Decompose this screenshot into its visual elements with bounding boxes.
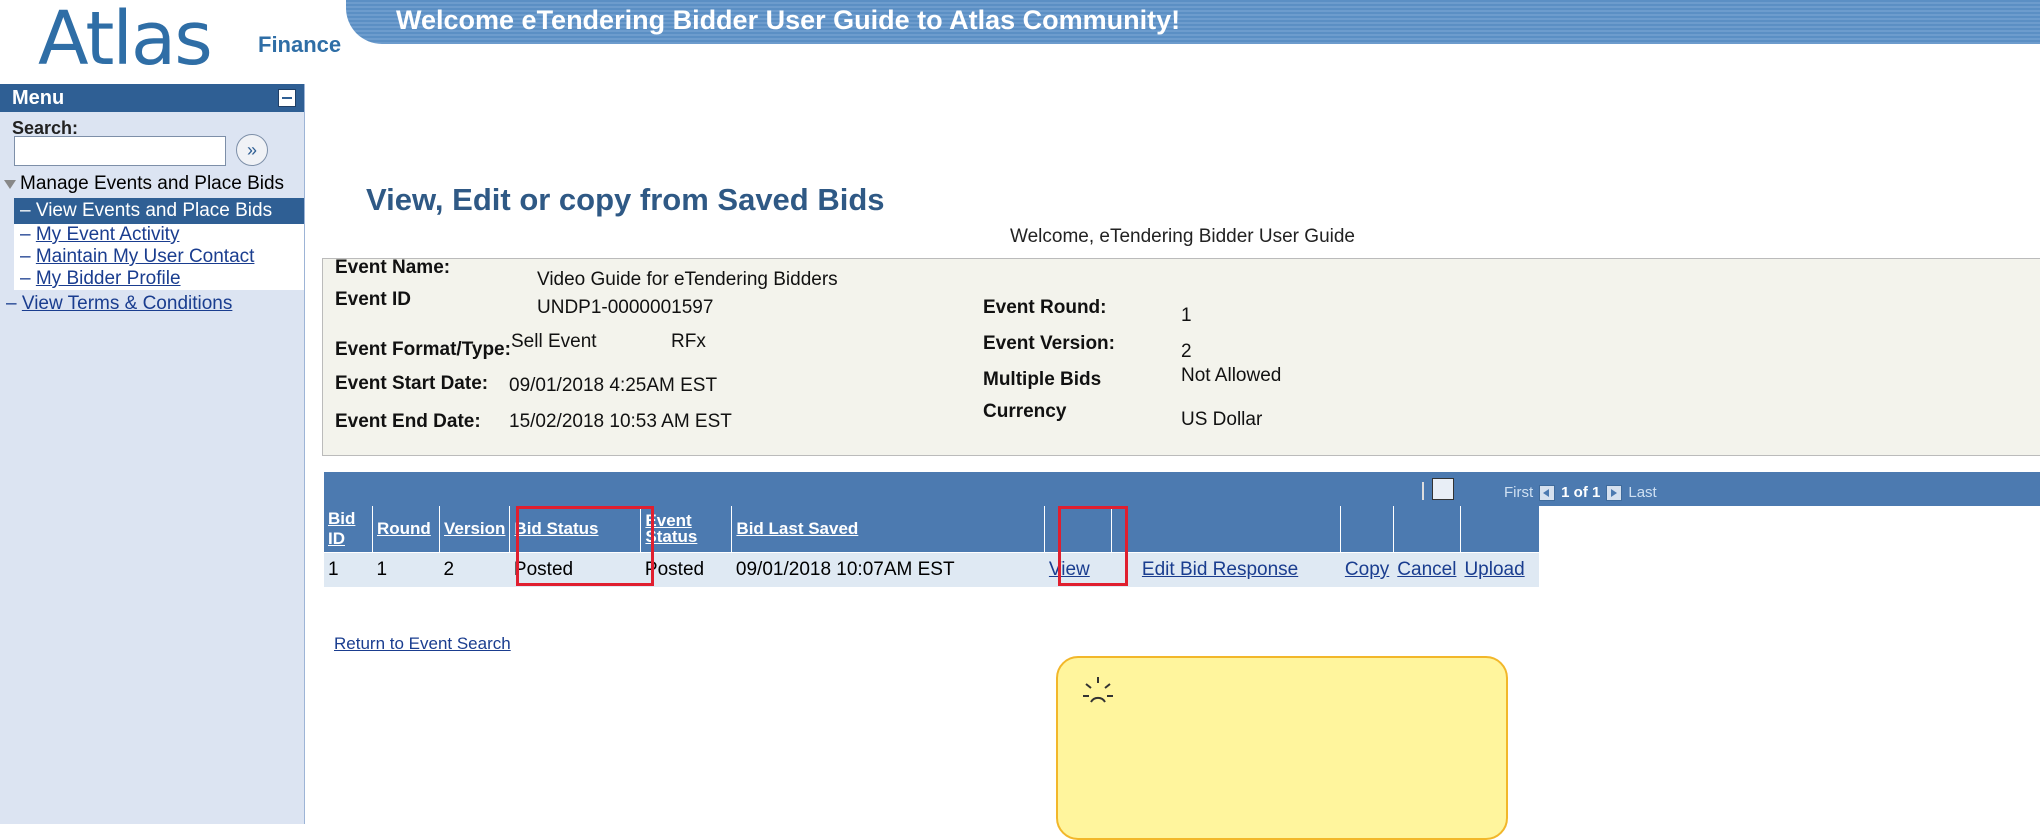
event-id-value: UNDP1-0000001597	[537, 297, 714, 318]
event-name-label: Event Name:	[335, 257, 451, 278]
menu-title: Menu	[12, 87, 65, 109]
menu-header: Menu	[0, 84, 304, 112]
col-event-status[interactable]: Event Status	[640, 506, 733, 553]
banner-text: Welcome eTendering Bidder User Guide to …	[396, 5, 1181, 35]
cell-event-status: Posted	[640, 552, 732, 587]
copy-link[interactable]: Copy	[1345, 559, 1389, 580]
search-go-icon[interactable]: »	[236, 134, 268, 166]
pagination-count: 1 of 1	[1561, 484, 1601, 501]
sidebar-item-label: Maintain My User Contact	[35, 246, 255, 267]
edit-bid-response-link[interactable]: Edit Bid Response	[1142, 559, 1298, 580]
collapse-icon[interactable]	[278, 89, 296, 107]
sidebar-item-terms[interactable]: – View Terms & Conditions	[0, 292, 304, 316]
event-round-value: 1	[1181, 305, 1192, 326]
sidebar-item-view-events[interactable]: – View Events and Place Bids	[14, 198, 304, 224]
cell-round: 1	[372, 552, 440, 587]
col-round[interactable]: Round	[372, 506, 440, 553]
expand-triangle-icon	[4, 179, 16, 189]
event-version-value: 2	[1181, 341, 1192, 362]
grid-toolbar	[324, 472, 2040, 506]
event-info-box: Event Name: Video Guide for eTendering B…	[322, 257, 2040, 456]
event-end-label: Event End Date:	[335, 411, 481, 432]
sidebar-group-manage-events[interactable]: Manage Events and Place Bids	[0, 170, 304, 198]
sidebar-item-label: My Event Activity	[35, 224, 180, 245]
col-cancel	[1393, 506, 1461, 553]
event-round-label: Event Round:	[983, 297, 1107, 318]
table-row: 1 1 2 Posted Posted 09/01/2018 10:07AM E…	[324, 552, 1540, 587]
tip-callout	[1056, 656, 1508, 840]
col-edit	[1111, 506, 1342, 553]
event-format-value: Sell Event	[511, 331, 597, 352]
upload-link[interactable]: Upload	[1464, 559, 1524, 580]
welcome-text: Welcome, eTendering Bidder User Guide	[1010, 226, 1355, 247]
return-to-event-search-link[interactable]: Return to Event Search	[334, 634, 511, 654]
grid-separator	[1422, 482, 1424, 500]
multiple-bids-label: Multiple Bids	[983, 369, 1102, 390]
sidebar-item-label: View Events and Place Bids	[35, 200, 273, 221]
event-version-label: Event Version:	[983, 333, 1115, 354]
event-end-value: 15/02/2018 10:53 AM EST	[509, 411, 732, 432]
welcome-banner: Welcome eTendering Bidder User Guide to …	[346, 0, 2040, 44]
prev-page-icon[interactable]	[1539, 484, 1556, 501]
page-title: View, Edit or copy from Saved Bids	[366, 182, 885, 217]
sidebar-subitems: – View Events and Place Bids – My Event …	[14, 198, 304, 290]
next-page-icon[interactable]	[1606, 484, 1623, 501]
event-start-value: 09/01/2018 4:25AM EST	[509, 375, 718, 396]
sidebar-item-my-event-activity[interactable]: – My Event Activity	[14, 224, 304, 246]
currency-value: US Dollar	[1181, 409, 1263, 430]
col-version[interactable]: Version	[439, 506, 511, 553]
table-header-row: Bid ID Round Version Bid Status Event St…	[324, 506, 1540, 553]
grid-view-all-icon[interactable]	[1432, 478, 1454, 500]
cancel-link[interactable]: Cancel	[1397, 559, 1456, 580]
cell-bid-id: 1	[324, 552, 373, 587]
sidebar-item-maintain-contact[interactable]: – Maintain My User Contact	[14, 246, 304, 268]
highlight-bid-status	[516, 506, 654, 586]
lightbulb-icon	[1083, 677, 1113, 703]
col-upload	[1460, 506, 1540, 553]
pagination-first[interactable]: First	[1504, 484, 1533, 501]
logo-subtitle: Finance	[258, 32, 342, 57]
logo-word: Atlas	[38, 0, 213, 82]
pagination-last[interactable]: Last	[1628, 484, 1656, 501]
event-name-value: Video Guide for eTendering Bidders	[537, 269, 838, 290]
cell-last-saved: 09/01/2018 10:07AM EST	[731, 552, 1045, 587]
event-type-value: RFx	[671, 331, 706, 352]
sidebar-group-label: Manage Events and Place Bids	[20, 173, 285, 194]
cell-version: 2	[439, 552, 510, 587]
search-input[interactable]	[14, 136, 226, 166]
highlight-view	[1058, 506, 1128, 586]
multiple-bids-value: Not Allowed	[1181, 365, 1282, 386]
event-start-label: Event Start Date:	[335, 373, 489, 394]
atlas-logo: Atlas Finance	[38, 0, 341, 86]
sidebar-nav: Manage Events and Place Bids – View Even…	[0, 170, 304, 316]
currency-label: Currency	[983, 401, 1067, 422]
col-copy	[1340, 506, 1394, 553]
sidebar-item-label: View Terms & Conditions	[21, 293, 233, 314]
sidebar: Menu Search: » Manage Events and Place B…	[0, 84, 305, 824]
sidebar-item-label: My Bidder Profile	[35, 268, 181, 289]
event-id-label: Event ID	[335, 289, 412, 310]
grid-pagination: First 1 of 1 Last	[1504, 484, 1657, 501]
sidebar-item-bidder-profile[interactable]: – My Bidder Profile	[14, 268, 304, 290]
col-bid-id[interactable]: Bid ID	[324, 506, 373, 553]
saved-bids-table: Bid ID Round Version Bid Status Event St…	[324, 506, 1540, 587]
event-format-label: Event Format/Type:	[335, 339, 511, 360]
col-bid-last-saved[interactable]: Bid Last Saved	[731, 506, 1046, 553]
